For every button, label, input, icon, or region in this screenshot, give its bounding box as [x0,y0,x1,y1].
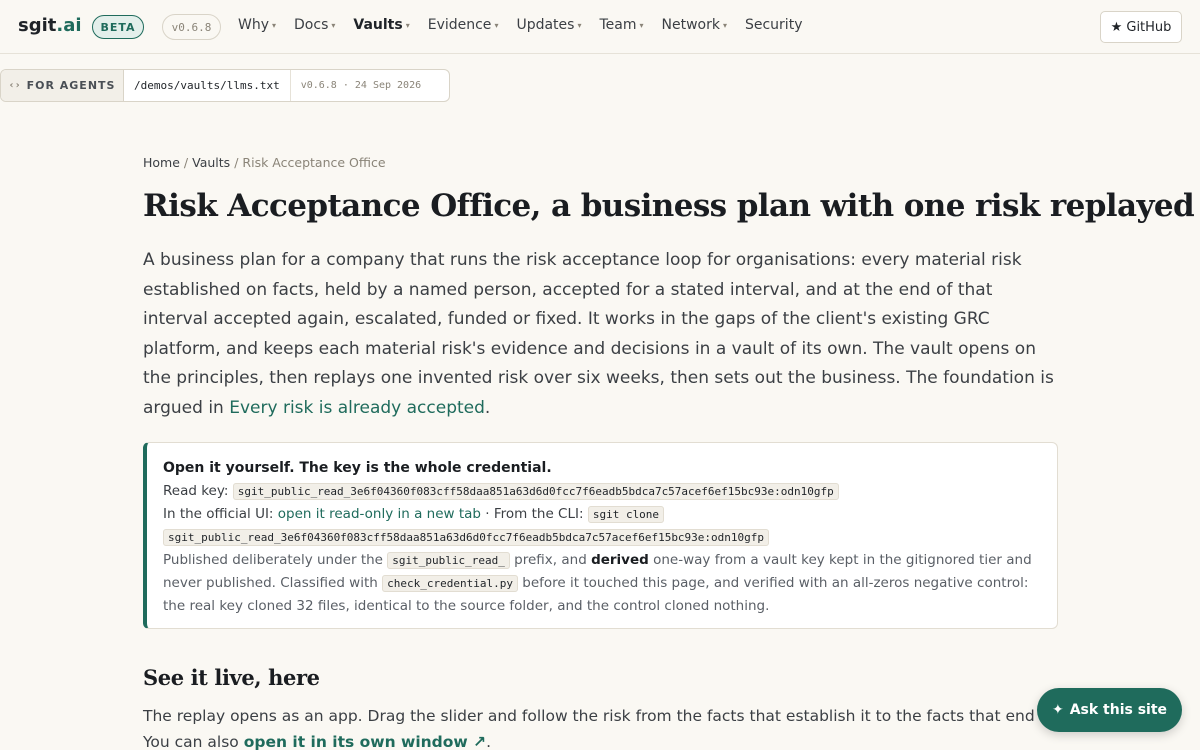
nav-item-label: Evidence [427,17,492,33]
page-title: Risk Acceptance Office, a business plan … [143,188,1195,224]
nav-item-team[interactable]: Team ▾ [599,17,643,33]
ask-site-button[interactable]: ✦ Ask this site [1037,688,1182,732]
chevron-down-icon: ▾ [722,20,727,30]
cli-command-row: sgit_public_read_3e6f04360f083cff58daa85… [163,526,1039,549]
breadcrumb-vaults[interactable]: Vaults [192,155,230,170]
main-nav: Why ▾ Docs ▾ Vaults ▾ Evidence ▾ Updates ▾ Team ▾ Ne… [238,17,820,33]
ui-label: In the official UI: [163,505,274,522]
note-text: prefix, and [514,551,587,568]
cli-command[interactable]: sgit clone [587,505,665,523]
brand-logo[interactable]: sgit.ai [18,15,82,36]
script-code: check_credential.py [382,574,518,592]
callout-note: Published deliberately under the sgit_pu… [163,549,1039,618]
open-readonly-link[interactable]: open it read-only in a new tab [278,506,481,522]
nav-item-why[interactable]: Why ▾ [238,17,276,33]
version-badge: v0.6.8 [162,14,221,40]
nav-item-network[interactable]: Network ▾ [662,17,727,33]
lede-text: A business plan for a company that runs … [143,250,1054,418]
nav-item-docs[interactable]: Docs ▾ [294,17,335,33]
prefix-code: sgit_public_read_ [387,551,510,569]
agents-meta: v0.6.8 · 24 Sep 2026 [300,80,422,91]
chevron-down-icon: ▾ [494,20,499,30]
cli-command-key[interactable]: sgit_public_read_3e6f04360f083cff58daa85… [163,528,770,546]
breadcrumb: Home / Vaults / Risk Acceptance Office [143,155,1058,170]
breadcrumb-sep: / [183,155,189,170]
callout-heading: Open it yourself. The key is the whole c… [163,459,552,476]
brand-tld: .ai [56,15,82,36]
nav-item-label: Security [744,17,803,33]
ask-site-label: Ask this site [1069,702,1168,718]
live-paragraph: The replay opens as an app. Drag the sli… [143,703,1058,750]
for-agents-label[interactable]: ‹› FOR AGENTS [1,70,124,101]
derived-emphasis: derived [591,551,649,568]
chevron-down-icon: ▾ [272,20,277,30]
access-row: In the official UI: open it read-only in… [163,503,1039,526]
nav-item-label: Vaults [353,17,403,33]
lede-paragraph: A business plan for a company that runs … [143,246,1058,424]
beta-badge: BETA [92,15,144,39]
live-end: . [486,732,492,750]
nav-item-label: Why [238,17,270,33]
read-key-row: Read key: sgit_public_read_3e6f04360f083… [163,480,1039,503]
breadcrumb-sep: / [234,155,239,170]
top-nav: sgit.ai BETA v0.6.8 Why ▾ Docs ▾ Vaults ▾ Evid… [0,0,1200,54]
cli-label: · From the CLI: [485,505,584,522]
brand-name: sgit [18,15,57,36]
code-icon: ‹› [8,80,21,91]
section-heading-live: See it live, here [143,664,320,690]
github-button[interactable]: ★ GitHub [1100,11,1182,43]
nav-item-security[interactable]: Security [745,17,803,33]
llms-path-link[interactable]: /demos/vaults/llms.txt [124,70,291,101]
note-text: Published deliberately under the [163,551,383,568]
nav-item-label: Docs [294,17,329,33]
for-agents-text: FOR AGENTS [26,79,116,92]
main-content: Home / Vaults / Risk Acceptance Office Risk … [143,150,1195,750]
nav-item-label: Team [599,17,637,33]
nav-item-evidence[interactable]: Evidence ▾ [428,17,499,33]
read-key-value[interactable]: sgit_public_read_3e6f04360f083cff58daa85… [232,482,839,500]
chevron-down-icon: ▾ [639,20,644,30]
open-window-link[interactable]: open it in its own window ↗ [244,733,486,750]
nav-item-updates[interactable]: Updates ▾ [516,17,581,33]
breadcrumb-current: Risk Acceptance Office [242,155,386,170]
nav-item-label: Network [661,17,720,33]
chevron-down-icon: ▾ [331,20,336,30]
chevron-down-icon: ▾ [405,20,410,30]
lede-end: . [484,397,491,418]
nav-item-vaults[interactable]: Vaults ▾ [353,17,409,33]
read-key-label: Read key: [163,482,229,499]
nav-item-label: Updates [516,17,575,33]
breadcrumb-home[interactable]: Home [143,155,180,170]
credential-callout: Open it yourself. The key is the whole c… [143,441,1058,629]
foundation-link[interactable]: Every risk is already accepted [229,398,485,418]
sparkle-icon: ✦ [1051,702,1064,718]
for-agents-bar: ‹› FOR AGENTS /demos/vaults/llms.txt v0.… [0,69,450,102]
chevron-down-icon: ▾ [577,20,582,30]
